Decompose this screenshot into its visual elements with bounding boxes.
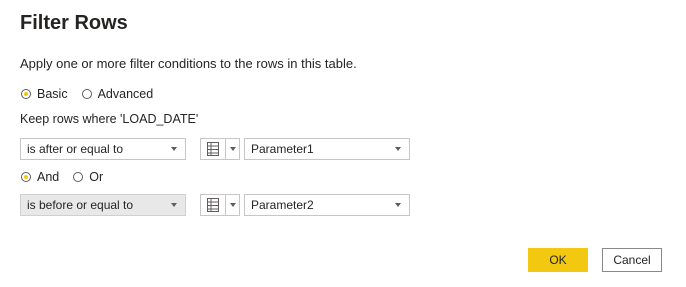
condition2-value-dropdown[interactable]: Parameter2: [244, 194, 410, 216]
chevron-down-icon: [171, 203, 177, 207]
basic-radio[interactable]: [21, 89, 31, 99]
advanced-radio-label[interactable]: Advanced: [98, 87, 154, 101]
condition1-type-dropdown[interactable]: [200, 138, 240, 160]
table-icon: [201, 195, 226, 215]
condition1-operator-value: is after or equal to: [27, 142, 124, 156]
table-icon: [201, 139, 226, 159]
condition2-type-dropdown[interactable]: [200, 194, 240, 216]
logic-radio-group: And Or: [21, 170, 117, 184]
ok-button[interactable]: OK: [528, 248, 588, 272]
condition2-value-text: Parameter2: [251, 198, 314, 212]
and-radio-label[interactable]: And: [37, 170, 59, 184]
advanced-radio[interactable]: [81, 89, 92, 99]
mode-radio-group: Basic Advanced: [21, 87, 167, 101]
condition1-value-dropdown[interactable]: Parameter1: [244, 138, 410, 160]
dialog-description: Apply one or more filter conditions to t…: [20, 56, 357, 71]
condition2-operator-dropdown[interactable]: is before or equal to: [20, 194, 186, 216]
dialog-title: Filter Rows: [20, 12, 128, 34]
chevron-down-icon: [229, 147, 236, 151]
basic-radio-label[interactable]: Basic: [37, 87, 68, 101]
or-radio[interactable]: [73, 172, 84, 182]
or-radio-label[interactable]: Or: [89, 170, 103, 184]
cancel-button[interactable]: Cancel: [602, 248, 662, 272]
and-radio[interactable]: [21, 172, 31, 182]
keep-rows-label: Keep rows where 'LOAD_DATE': [20, 112, 199, 126]
condition1-operator-dropdown[interactable]: is after or equal to: [20, 138, 186, 160]
chevron-down-icon: [229, 203, 236, 207]
chevron-down-icon: [171, 147, 177, 151]
chevron-down-icon: [395, 147, 401, 151]
chevron-down-icon: [395, 203, 401, 207]
condition1-value-text: Parameter1: [251, 142, 314, 156]
condition2-operator-value: is before or equal to: [27, 198, 134, 212]
